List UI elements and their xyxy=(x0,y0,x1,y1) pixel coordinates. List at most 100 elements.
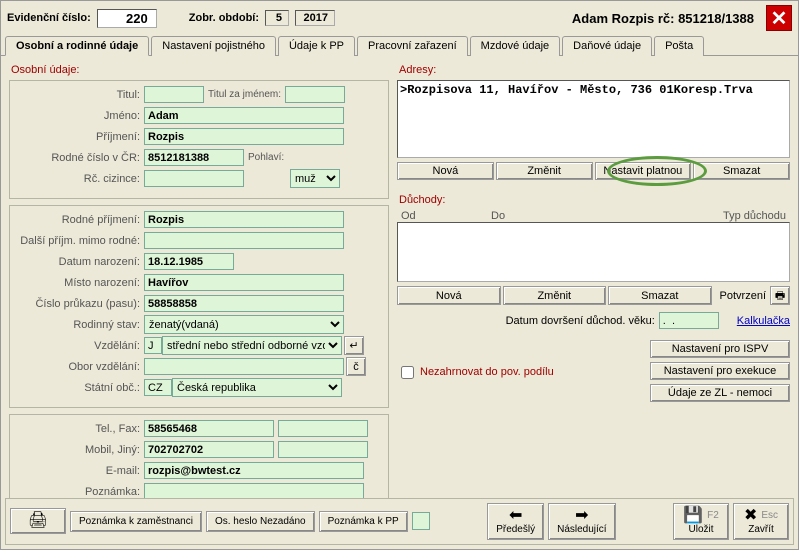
adresy-nova-button[interactable]: Nová xyxy=(397,162,494,180)
tab-mzdove[interactable]: Mzdové údaje xyxy=(470,36,561,56)
zobr-label: Zobr. období: xyxy=(189,12,259,24)
datum-nar-input[interactable] xyxy=(144,253,234,270)
rc-cizince-input[interactable] xyxy=(144,170,244,187)
dh-do: Do xyxy=(491,210,611,222)
evid-value: 220 xyxy=(97,9,157,28)
titul-input[interactable] xyxy=(144,86,204,103)
arrow-left-icon: ⬅ xyxy=(509,508,522,524)
evid-label: Evidenční číslo: xyxy=(7,12,91,24)
obor-lookup-button[interactable]: č xyxy=(346,357,366,376)
duchody-list[interactable] xyxy=(397,222,790,282)
cislo-pasu-input[interactable] xyxy=(144,295,344,312)
vzdelani-code-input[interactable] xyxy=(144,337,162,354)
adresy-list[interactable]: >Rozpisova 11, Havířov - Město, 736 01Ko… xyxy=(397,80,790,158)
vzdelani-select[interactable]: střední nebo střední odborné vzdě xyxy=(162,336,342,355)
statni-obc-code-input[interactable] xyxy=(144,379,172,396)
poznamka-zam-button[interactable]: Poznámka k zaměstnanci xyxy=(70,511,202,533)
jmeno-input[interactable] xyxy=(144,107,344,124)
save-icon: 💾 xyxy=(683,508,703,524)
udaje-zl-button[interactable]: Údaje ze ZL - nemoci xyxy=(650,384,790,402)
nasledujici-button[interactable]: ➡ Následující xyxy=(548,503,615,541)
side-buttons: Nastavení pro ISPV Nastavení pro exekuce… xyxy=(650,340,790,402)
prijmeni-input[interactable] xyxy=(144,128,344,145)
adresy-smazat-button[interactable]: Smazat xyxy=(693,162,790,180)
app-window: Evidenční číslo: 220 Zobr. období: 5 201… xyxy=(0,0,799,550)
poznamka-pp-button[interactable]: Poznámka k PP xyxy=(319,511,408,533)
email-input[interactable] xyxy=(144,462,364,479)
adresy-item[interactable]: >Rozpisova 11, Havířov - Město, 736 01Ko… xyxy=(400,83,787,97)
tab-danove[interactable]: Daňové údaje xyxy=(562,36,652,56)
rc-label: Rodné číslo v ČR: xyxy=(14,152,144,164)
ulozit-key: F2 xyxy=(707,510,719,522)
adresy-zmenit-button[interactable]: Změnit xyxy=(496,162,593,180)
dalsi-prijm-input[interactable] xyxy=(144,232,344,249)
predesly-button[interactable]: ⬅ Předešlý xyxy=(487,503,544,541)
tab-posta[interactable]: Pošta xyxy=(654,36,704,56)
adresy-nastavit-platnou-button[interactable]: Nastavit platnou xyxy=(595,162,692,180)
tab-osobni[interactable]: Osobní a rodinné údaje xyxy=(5,36,149,56)
statni-obc-label: Státní obč.: xyxy=(14,382,144,394)
nastaveni-exekuce-button[interactable]: Nastavení pro exekuce xyxy=(650,362,790,380)
printer-icon: 🖨 xyxy=(28,513,48,529)
close-button[interactable]: ✕ xyxy=(766,5,792,31)
potvrzeni-label: Potvrzení xyxy=(720,290,766,302)
duchody-smazat-button[interactable]: Smazat xyxy=(608,286,712,305)
top-bar: Evidenční číslo: 220 Zobr. období: 5 201… xyxy=(1,1,798,35)
rodinny-stav-label: Rodinný stav: xyxy=(14,319,144,331)
jmeno-label: Jméno: xyxy=(14,110,144,122)
bottom-bar: 🖨 Poznámka k zaměstnanci Os. heslo Nezad… xyxy=(5,498,794,546)
tel-input[interactable] xyxy=(144,420,274,437)
jiny-input[interactable] xyxy=(278,441,368,458)
titul-za-label: Titul za jménem: xyxy=(204,89,285,100)
duchody-zmenit-button[interactable]: Změnit xyxy=(503,286,607,305)
tab-zarazeni[interactable]: Pracovní zařazení xyxy=(357,36,468,56)
adresy-buttons: Nová Změnit Nastavit platnou Smazat xyxy=(397,162,790,180)
potvrzeni-button[interactable]: 🖶 xyxy=(770,286,790,305)
rodne-prijmeni-input[interactable] xyxy=(144,211,344,228)
titul-label: Titul: xyxy=(14,89,144,101)
obor-label: Obor vzdělání: xyxy=(14,361,144,373)
status-square xyxy=(412,512,430,530)
person-title: Adam Rozpis rč: 851218/1388 xyxy=(572,11,760,26)
vzdelani-lookup-button[interactable]: ↵ xyxy=(344,336,364,355)
vzdelani-label: Vzdělání: xyxy=(14,340,144,352)
statni-obc-select[interactable]: Česká republika xyxy=(172,378,342,397)
obor-input[interactable] xyxy=(144,358,344,375)
duchody-title: Důchody: xyxy=(399,194,790,206)
exit-icon: ✖ xyxy=(744,508,757,524)
pohlavi-select[interactable]: muž xyxy=(290,169,340,188)
arrow-right-icon: ➡ xyxy=(575,508,588,524)
osobni-udaje-title: Osobní údaje: xyxy=(11,64,389,76)
rc-input[interactable] xyxy=(144,149,244,166)
zobr-month: 5 xyxy=(265,10,289,26)
poznamka-label: Poznámka: xyxy=(14,486,144,498)
tel-label: Tel., Fax: xyxy=(14,423,144,435)
zobr-year: 2017 xyxy=(295,10,335,26)
cislo-pasu-label: Číslo průkazu (pasu): xyxy=(14,298,144,310)
misto-nar-input[interactable] xyxy=(144,274,344,291)
ulozit-button[interactable]: 💾 F2 Uložit xyxy=(673,503,729,541)
mobil-label: Mobil, Jiný: xyxy=(14,444,144,456)
dh-typ: Typ důchodu xyxy=(611,210,786,222)
kalkulacka-link[interactable]: Kalkulačka xyxy=(737,315,790,327)
dalsi-prijm-label: Další příjm. mimo rodné: xyxy=(14,235,144,247)
tab-pojistne[interactable]: Nastavení pojistného xyxy=(151,36,276,56)
nastaveni-ispv-button[interactable]: Nastavení pro ISPV xyxy=(650,340,790,358)
print-button[interactable]: 🖨 xyxy=(10,508,66,534)
fax-input[interactable] xyxy=(278,420,368,437)
nezahrnovat-checkbox[interactable] xyxy=(401,366,414,379)
rodne-prijmeni-label: Rodné příjmení: xyxy=(14,214,144,226)
personal-box-2: Rodné příjmení: Další příjm. mimo rodné:… xyxy=(9,205,389,408)
rodinny-stav-select[interactable]: ženatý(vdaná) xyxy=(144,315,344,334)
duchody-nova-button[interactable]: Nová xyxy=(397,286,501,305)
tab-bar: Osobní a rodinné údaje Nastavení pojistn… xyxy=(1,35,798,56)
mobil-input[interactable] xyxy=(144,441,274,458)
adresy-title: Adresy: xyxy=(399,64,790,76)
titul-za-input[interactable] xyxy=(285,86,345,103)
datum-dovrseni-input[interactable] xyxy=(659,312,719,329)
zavrit-button[interactable]: ✖ Esc Zavřít xyxy=(733,503,789,541)
os-heslo-button[interactable]: Os. heslo Nezadáno xyxy=(206,511,315,533)
content: Osobní údaje: Titul: Titul za jménem: Jm… xyxy=(1,56,798,524)
misto-nar-label: Místo narození: xyxy=(14,277,144,289)
tab-udaje-pp[interactable]: Údaje k PP xyxy=(278,36,355,56)
